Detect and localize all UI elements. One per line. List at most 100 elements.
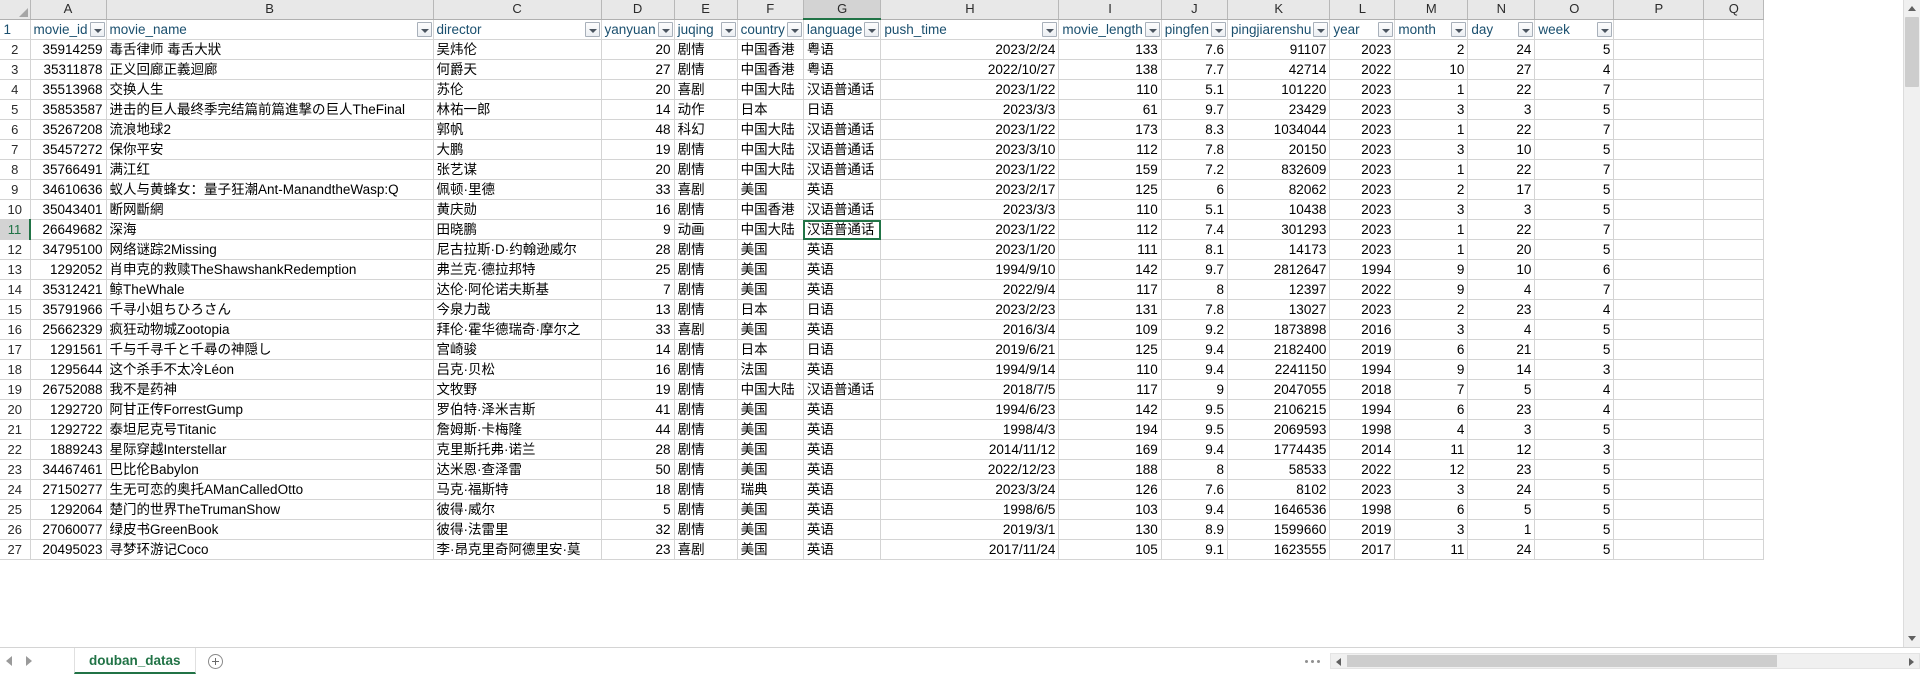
cell-J3[interactable]: 7.7 xyxy=(1161,59,1229,80)
triangle-left-icon[interactable] xyxy=(6,656,12,666)
empty-cell[interactable] xyxy=(1613,479,1705,500)
cell-D8[interactable]: 20 xyxy=(601,159,675,180)
cell-I5[interactable]: 61 xyxy=(1058,99,1162,120)
cell-H14[interactable]: 2022/9/4 xyxy=(880,279,1060,300)
cell-N25[interactable]: 5 xyxy=(1467,499,1536,520)
cell-C25[interactable]: 彼得·威尔 xyxy=(433,499,602,520)
cell-D15[interactable]: 13 xyxy=(601,299,675,320)
cell-A26[interactable]: 27060077 xyxy=(30,519,107,540)
cell-G3[interactable]: 粤语 xyxy=(803,59,882,80)
table-row[interactable]: 17 1291561 千与千寻千と千尋の神隠し 宫崎骏 14 剧情 日本 日语 2019/6/2… xyxy=(0,339,1765,360)
cell-C11[interactable]: 田晓鹏 xyxy=(433,219,602,240)
cell-F8[interactable]: 中国大陆 xyxy=(737,159,804,180)
cell-L12[interactable]: 2023 xyxy=(1329,239,1396,260)
cell-N3[interactable]: 27 xyxy=(1467,59,1536,80)
cell-L21[interactable]: 1998 xyxy=(1329,419,1396,440)
row-number-17[interactable]: 17 xyxy=(0,339,31,360)
cell-I25[interactable]: 103 xyxy=(1058,499,1162,520)
cell-D24[interactable]: 18 xyxy=(601,479,675,500)
cell-H20[interactable]: 1994/6/23 xyxy=(880,399,1060,420)
empty-cell[interactable] xyxy=(1703,479,1765,500)
row-number-19[interactable]: 19 xyxy=(0,379,31,400)
table-row[interactable]: 3 35311878 正义回廊正義迴廊 何爵天 27 剧情 中国香港 粤语 2022/10/27… xyxy=(0,59,1765,80)
cell-L22[interactable]: 2014 xyxy=(1329,439,1396,460)
cell-E4[interactable]: 喜剧 xyxy=(674,79,738,100)
cell-N6[interactable]: 22 xyxy=(1467,119,1536,140)
cell-D13[interactable]: 25 xyxy=(601,259,675,280)
cell-C12[interactable]: 尼古拉斯·D·约翰逊威尔 xyxy=(433,239,602,260)
filter-dropdown-icon-push_time[interactable] xyxy=(1042,21,1058,37)
cell-F20[interactable]: 美国 xyxy=(737,399,804,420)
empty-cell[interactable] xyxy=(1703,199,1765,220)
header-cell-director[interactable]: director xyxy=(433,19,602,40)
table-row[interactable]: 27 20495023 寻梦环游记Coco 李·昂克里奇阿德里安·莫 23 喜剧 美国 英语 2… xyxy=(0,539,1765,560)
cell-M12[interactable]: 1 xyxy=(1394,239,1469,260)
row-number-2[interactable]: 2 xyxy=(0,39,31,60)
empty-cell[interactable] xyxy=(1703,179,1765,200)
cell-A25[interactable]: 1292064 xyxy=(30,499,107,520)
cell-A13[interactable]: 1292052 xyxy=(30,259,107,280)
cell-M14[interactable]: 9 xyxy=(1394,279,1469,300)
table-row[interactable]: 22 1889243 星际穿越Interstellar 克里斯托弗·诺兰 28 剧情 美国英… xyxy=(0,439,1765,460)
cell-I8[interactable]: 159 xyxy=(1058,159,1162,180)
cell-J13[interactable]: 9.7 xyxy=(1161,259,1229,280)
cell-C13[interactable]: 弗兰克·德拉邦特 xyxy=(433,259,602,280)
cell-B14[interactable]: 鲸TheWhale xyxy=(106,279,434,300)
cell-F12[interactable]: 美国 xyxy=(737,239,804,260)
cell-N21[interactable]: 3 xyxy=(1467,419,1536,440)
cell-N14[interactable]: 4 xyxy=(1467,279,1536,300)
cell-G16[interactable]: 英语 xyxy=(803,319,882,340)
cell-I11[interactable]: 112 xyxy=(1058,219,1162,240)
cell-C15[interactable]: 今泉力哉 xyxy=(433,299,602,320)
empty-cell[interactable] xyxy=(1703,379,1765,400)
cell-H13[interactable]: 1994/9/10 xyxy=(880,259,1060,280)
cell-K14[interactable]: 12397 xyxy=(1227,279,1331,300)
add-sheet-button[interactable] xyxy=(196,648,235,674)
cell-L10[interactable]: 2023 xyxy=(1329,199,1396,220)
cell-A14[interactable]: 35312421 xyxy=(30,279,107,300)
cell-O10[interactable]: 5 xyxy=(1534,199,1615,220)
cell-A10[interactable]: 35043401 xyxy=(30,199,107,220)
cell-C2[interactable]: 吴炜伦 xyxy=(433,39,602,60)
cell-F13[interactable]: 美国 xyxy=(737,259,804,280)
table-row[interactable]: 10 35043401 断网斷網 黄庆勋 16 剧情 中国香港 汉语普通话 2023/3/3 11… xyxy=(0,199,1765,220)
cell-I21[interactable]: 194 xyxy=(1058,419,1162,440)
cell-D11[interactable]: 9 xyxy=(601,219,675,240)
cell-C18[interactable]: 吕克·贝松 xyxy=(433,359,602,380)
cell-D20[interactable]: 41 xyxy=(601,399,675,420)
cell-C23[interactable]: 达米恩·查泽雷 xyxy=(433,459,602,480)
column-header-e[interactable]: E xyxy=(674,0,738,20)
cell-J5[interactable]: 9.7 xyxy=(1161,99,1229,120)
empty-cell[interactable] xyxy=(1703,499,1765,520)
cell-A6[interactable]: 35267208 xyxy=(30,119,107,140)
cell-H7[interactable]: 2023/3/10 xyxy=(880,139,1060,160)
empty-cell[interactable] xyxy=(1703,439,1765,460)
cell-E18[interactable]: 剧情 xyxy=(674,359,738,380)
cell-E20[interactable]: 剧情 xyxy=(674,399,738,420)
cell-O11[interactable]: 7 xyxy=(1534,219,1615,240)
header-cell-month[interactable]: month xyxy=(1394,19,1469,40)
row-number-23[interactable]: 23 xyxy=(0,459,31,480)
cell-N2[interactable]: 24 xyxy=(1467,39,1536,60)
cell-I10[interactable]: 110 xyxy=(1058,199,1162,220)
cell-N12[interactable]: 20 xyxy=(1467,239,1536,260)
cell-H9[interactable]: 2023/2/17 xyxy=(880,179,1060,200)
cell-O12[interactable]: 5 xyxy=(1534,239,1615,260)
cell-H21[interactable]: 1998/4/3 xyxy=(880,419,1060,440)
cell-K15[interactable]: 13027 xyxy=(1227,299,1331,320)
cell-I3[interactable]: 138 xyxy=(1058,59,1162,80)
cell-C19[interactable]: 文牧野 xyxy=(433,379,602,400)
table-row[interactable]: 20 1292720 阿甘正传ForrestGump 罗伯特·泽米吉斯 41 剧情 美国 英语… xyxy=(0,399,1765,420)
cell-L2[interactable]: 2023 xyxy=(1329,39,1396,60)
filter-dropdown-icon-movie_name[interactable] xyxy=(416,21,432,37)
column-header-q[interactable]: Q xyxy=(1703,0,1765,20)
cell-F3[interactable]: 中国香港 xyxy=(737,59,804,80)
cell-H5[interactable]: 2023/3/3 xyxy=(880,99,1060,120)
cell-H2[interactable]: 2023/2/24 xyxy=(880,39,1060,60)
cell-F27[interactable]: 美国 xyxy=(737,539,804,560)
cell-E26[interactable]: 剧情 xyxy=(674,519,738,540)
cell-E8[interactable]: 剧情 xyxy=(674,159,738,180)
table-row[interactable]: 24 27150277 生无可恋的奥托AManCalledOtto 马克·福斯特 18 剧… xyxy=(0,479,1765,500)
cell-J7[interactable]: 7.8 xyxy=(1161,139,1229,160)
cell-F25[interactable]: 美国 xyxy=(737,499,804,520)
